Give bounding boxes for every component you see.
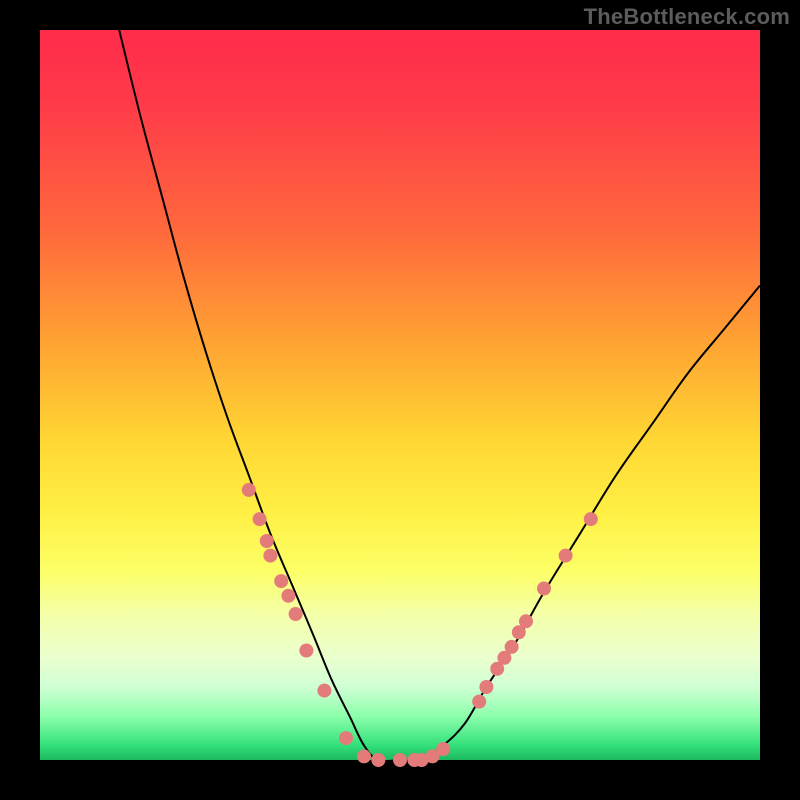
data-marker bbox=[357, 749, 371, 763]
data-marker bbox=[393, 753, 407, 767]
chart-frame: TheBottleneck.com bbox=[0, 0, 800, 800]
data-marker bbox=[260, 534, 274, 548]
data-marker bbox=[281, 589, 295, 603]
data-marker bbox=[479, 680, 493, 694]
data-marker bbox=[339, 731, 353, 745]
markers-group bbox=[242, 483, 598, 767]
data-marker bbox=[299, 644, 313, 658]
data-marker bbox=[505, 640, 519, 654]
plot-area bbox=[40, 30, 760, 760]
data-marker bbox=[274, 574, 288, 588]
data-marker bbox=[263, 549, 277, 563]
data-marker bbox=[317, 684, 331, 698]
data-marker bbox=[371, 753, 385, 767]
bottleneck-curve bbox=[119, 30, 760, 761]
watermark-text: TheBottleneck.com bbox=[584, 4, 790, 30]
data-marker bbox=[519, 614, 533, 628]
data-marker bbox=[559, 549, 573, 563]
data-marker bbox=[289, 607, 303, 621]
data-marker bbox=[584, 512, 598, 526]
data-marker bbox=[436, 742, 450, 756]
data-marker bbox=[242, 483, 256, 497]
data-marker bbox=[537, 582, 551, 596]
data-marker bbox=[253, 512, 267, 526]
data-marker bbox=[472, 695, 486, 709]
chart-svg bbox=[40, 30, 760, 760]
